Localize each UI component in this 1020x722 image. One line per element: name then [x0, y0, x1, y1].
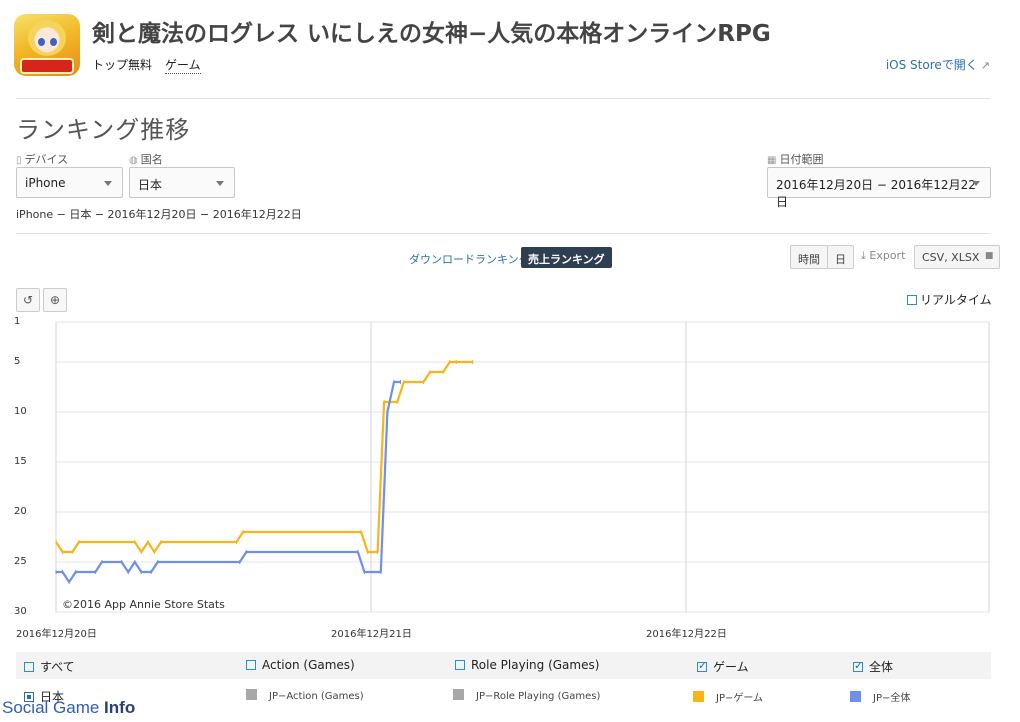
legend-series-jp-action[interactable]: JP−Action (Games): [246, 689, 364, 702]
checkbox-checked[interactable]: [853, 659, 863, 672]
plot-frame: [55, 321, 990, 613]
legend-all[interactable]: すべて: [24, 658, 75, 675]
y-tick-label: 1: [14, 316, 21, 327]
series-swatch: [246, 689, 257, 700]
legend-series-jp-overall[interactable]: JP−全体: [850, 689, 910, 704]
y-tick-label: 30: [14, 606, 27, 617]
legend-role-playing-games[interactable]: Role Playing (Games): [455, 658, 599, 672]
legend-series-jp-game[interactable]: JP−ゲーム: [693, 689, 763, 704]
x-tick-label: 2016年12月21日: [331, 629, 412, 640]
y-tick-label: 15: [14, 456, 27, 467]
series-line-jp-game: [55, 360, 473, 554]
x-tick-label: 2016年12月22日: [646, 629, 727, 640]
x-tick-label: 2016年12月20日: [16, 629, 97, 640]
series-swatch: [693, 691, 704, 702]
series-swatch: [453, 689, 464, 700]
checkbox-checked[interactable]: [697, 659, 707, 672]
legend-game[interactable]: ゲーム: [697, 658, 749, 675]
checkbox[interactable]: [455, 660, 465, 670]
legend-overall[interactable]: 全体: [853, 658, 893, 675]
y-tick-label: 25: [14, 556, 27, 567]
checkbox[interactable]: [246, 660, 256, 670]
chart-copyright: ©2016 App Annie Store Stats: [62, 598, 225, 611]
series-swatch: [850, 691, 861, 702]
watermark: Social Game Info: [2, 698, 136, 717]
y-tick-label: 5: [14, 356, 21, 367]
ranking-chart: [55, 321, 990, 613]
y-tick-label: 20: [14, 506, 27, 517]
y-tick-label: 10: [14, 406, 27, 417]
legend-action-games[interactable]: Action (Games): [246, 658, 355, 672]
checkbox[interactable]: [24, 662, 34, 672]
legend-series-jp-rpg[interactable]: JP−Role Playing (Games): [453, 689, 600, 702]
